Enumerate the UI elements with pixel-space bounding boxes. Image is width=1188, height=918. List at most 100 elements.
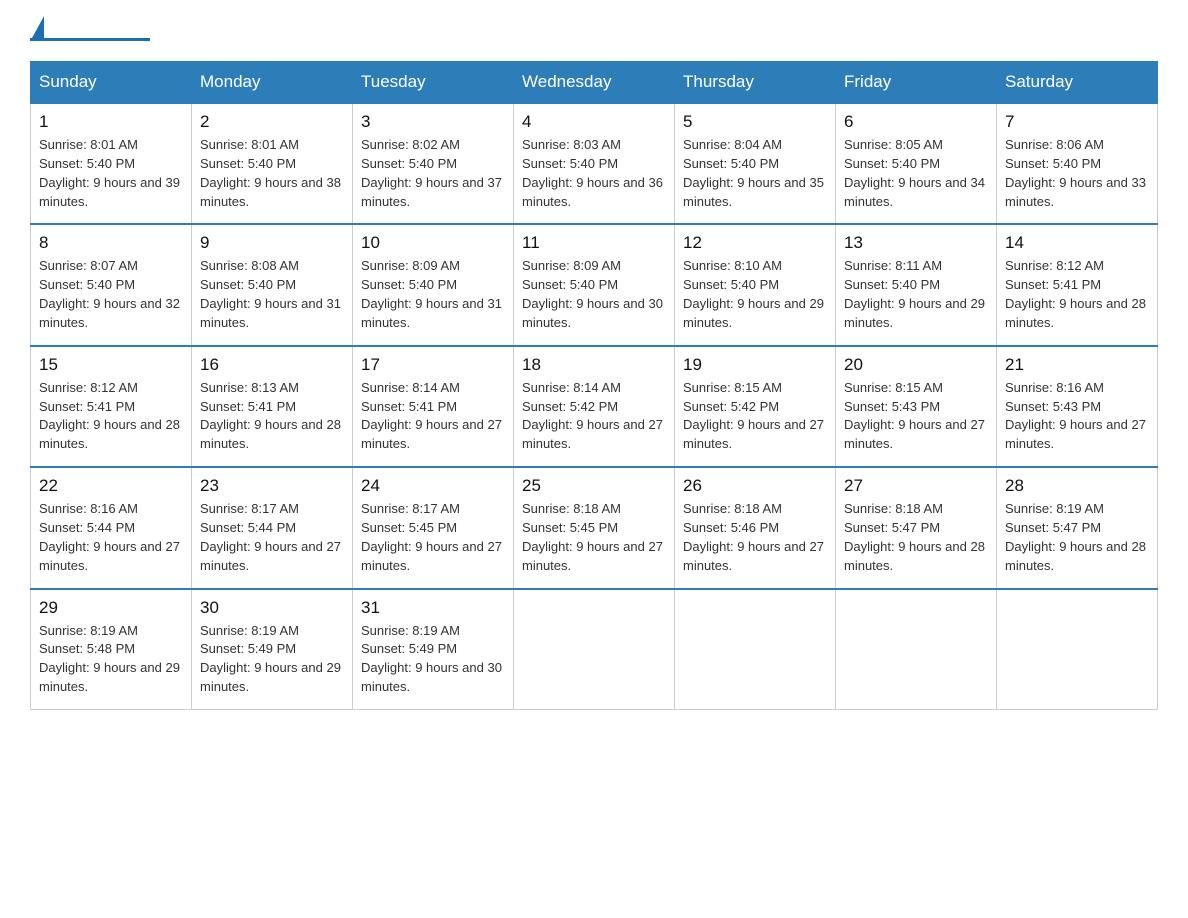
day-info: Sunrise: 8:15 AM Sunset: 5:42 PM Dayligh… — [683, 379, 827, 454]
day-number: 10 — [361, 233, 505, 253]
calendar-cell: 31 Sunrise: 8:19 AM Sunset: 5:49 PM Dayl… — [353, 589, 514, 710]
day-info: Sunrise: 8:05 AM Sunset: 5:40 PM Dayligh… — [844, 136, 988, 211]
logo — [30, 20, 44, 38]
day-number: 2 — [200, 112, 344, 132]
day-number: 18 — [522, 355, 666, 375]
day-info: Sunrise: 8:09 AM Sunset: 5:40 PM Dayligh… — [361, 257, 505, 332]
day-number: 25 — [522, 476, 666, 496]
calendar-cell: 21 Sunrise: 8:16 AM Sunset: 5:43 PM Dayl… — [997, 346, 1158, 467]
calendar-cell: 15 Sunrise: 8:12 AM Sunset: 5:41 PM Dayl… — [31, 346, 192, 467]
col-header-thursday: Thursday — [675, 62, 836, 104]
calendar-cell: 12 Sunrise: 8:10 AM Sunset: 5:40 PM Dayl… — [675, 224, 836, 345]
calendar-cell: 18 Sunrise: 8:14 AM Sunset: 5:42 PM Dayl… — [514, 346, 675, 467]
day-number: 14 — [1005, 233, 1149, 253]
day-number: 19 — [683, 355, 827, 375]
calendar-header-row: SundayMondayTuesdayWednesdayThursdayFrid… — [31, 62, 1158, 104]
day-info: Sunrise: 8:12 AM Sunset: 5:41 PM Dayligh… — [39, 379, 183, 454]
day-info: Sunrise: 8:16 AM Sunset: 5:44 PM Dayligh… — [39, 500, 183, 575]
day-info: Sunrise: 8:14 AM Sunset: 5:41 PM Dayligh… — [361, 379, 505, 454]
calendar-cell: 20 Sunrise: 8:15 AM Sunset: 5:43 PM Dayl… — [836, 346, 997, 467]
day-number: 11 — [522, 233, 666, 253]
day-number: 9 — [200, 233, 344, 253]
calendar-cell — [675, 589, 836, 710]
calendar-cell: 4 Sunrise: 8:03 AM Sunset: 5:40 PM Dayli… — [514, 103, 675, 224]
calendar-cell: 1 Sunrise: 8:01 AM Sunset: 5:40 PM Dayli… — [31, 103, 192, 224]
calendar-cell: 6 Sunrise: 8:05 AM Sunset: 5:40 PM Dayli… — [836, 103, 997, 224]
day-number: 13 — [844, 233, 988, 253]
day-number: 17 — [361, 355, 505, 375]
day-number: 3 — [361, 112, 505, 132]
logo-underline — [30, 38, 150, 41]
calendar-week-row: 8 Sunrise: 8:07 AM Sunset: 5:40 PM Dayli… — [31, 224, 1158, 345]
day-info: Sunrise: 8:09 AM Sunset: 5:40 PM Dayligh… — [522, 257, 666, 332]
calendar-cell: 14 Sunrise: 8:12 AM Sunset: 5:41 PM Dayl… — [997, 224, 1158, 345]
day-info: Sunrise: 8:19 AM Sunset: 5:47 PM Dayligh… — [1005, 500, 1149, 575]
day-number: 1 — [39, 112, 183, 132]
calendar-cell: 23 Sunrise: 8:17 AM Sunset: 5:44 PM Dayl… — [192, 467, 353, 588]
day-number: 27 — [844, 476, 988, 496]
day-info: Sunrise: 8:18 AM Sunset: 5:46 PM Dayligh… — [683, 500, 827, 575]
calendar-cell: 16 Sunrise: 8:13 AM Sunset: 5:41 PM Dayl… — [192, 346, 353, 467]
day-info: Sunrise: 8:04 AM Sunset: 5:40 PM Dayligh… — [683, 136, 827, 211]
day-number: 29 — [39, 598, 183, 618]
calendar-week-row: 1 Sunrise: 8:01 AM Sunset: 5:40 PM Dayli… — [31, 103, 1158, 224]
col-header-wednesday: Wednesday — [514, 62, 675, 104]
calendar-cell: 13 Sunrise: 8:11 AM Sunset: 5:40 PM Dayl… — [836, 224, 997, 345]
day-info: Sunrise: 8:02 AM Sunset: 5:40 PM Dayligh… — [361, 136, 505, 211]
day-info: Sunrise: 8:01 AM Sunset: 5:40 PM Dayligh… — [39, 136, 183, 211]
day-number: 6 — [844, 112, 988, 132]
day-number: 24 — [361, 476, 505, 496]
calendar-week-row: 15 Sunrise: 8:12 AM Sunset: 5:41 PM Dayl… — [31, 346, 1158, 467]
calendar-cell: 5 Sunrise: 8:04 AM Sunset: 5:40 PM Dayli… — [675, 103, 836, 224]
day-info: Sunrise: 8:18 AM Sunset: 5:45 PM Dayligh… — [522, 500, 666, 575]
day-info: Sunrise: 8:14 AM Sunset: 5:42 PM Dayligh… — [522, 379, 666, 454]
calendar-cell: 28 Sunrise: 8:19 AM Sunset: 5:47 PM Dayl… — [997, 467, 1158, 588]
calendar-cell — [514, 589, 675, 710]
day-number: 31 — [361, 598, 505, 618]
day-number: 12 — [683, 233, 827, 253]
calendar-cell: 8 Sunrise: 8:07 AM Sunset: 5:40 PM Dayli… — [31, 224, 192, 345]
day-info: Sunrise: 8:19 AM Sunset: 5:49 PM Dayligh… — [361, 622, 505, 697]
day-info: Sunrise: 8:19 AM Sunset: 5:48 PM Dayligh… — [39, 622, 183, 697]
day-info: Sunrise: 8:19 AM Sunset: 5:49 PM Dayligh… — [200, 622, 344, 697]
calendar-table: SundayMondayTuesdayWednesdayThursdayFrid… — [30, 61, 1158, 710]
calendar-cell: 2 Sunrise: 8:01 AM Sunset: 5:40 PM Dayli… — [192, 103, 353, 224]
page-header — [30, 20, 1158, 41]
calendar-cell: 7 Sunrise: 8:06 AM Sunset: 5:40 PM Dayli… — [997, 103, 1158, 224]
day-info: Sunrise: 8:11 AM Sunset: 5:40 PM Dayligh… — [844, 257, 988, 332]
day-number: 23 — [200, 476, 344, 496]
logo-triangle-icon — [32, 16, 44, 38]
day-number: 22 — [39, 476, 183, 496]
calendar-cell — [997, 589, 1158, 710]
day-info: Sunrise: 8:17 AM Sunset: 5:45 PM Dayligh… — [361, 500, 505, 575]
calendar-cell: 11 Sunrise: 8:09 AM Sunset: 5:40 PM Dayl… — [514, 224, 675, 345]
day-info: Sunrise: 8:01 AM Sunset: 5:40 PM Dayligh… — [200, 136, 344, 211]
calendar-cell: 26 Sunrise: 8:18 AM Sunset: 5:46 PM Dayl… — [675, 467, 836, 588]
logo-area — [30, 20, 150, 41]
day-number: 21 — [1005, 355, 1149, 375]
day-number: 5 — [683, 112, 827, 132]
calendar-cell: 30 Sunrise: 8:19 AM Sunset: 5:49 PM Dayl… — [192, 589, 353, 710]
day-info: Sunrise: 8:17 AM Sunset: 5:44 PM Dayligh… — [200, 500, 344, 575]
day-info: Sunrise: 8:18 AM Sunset: 5:47 PM Dayligh… — [844, 500, 988, 575]
col-header-monday: Monday — [192, 62, 353, 104]
col-header-friday: Friday — [836, 62, 997, 104]
calendar-cell: 9 Sunrise: 8:08 AM Sunset: 5:40 PM Dayli… — [192, 224, 353, 345]
day-number: 7 — [1005, 112, 1149, 132]
day-number: 15 — [39, 355, 183, 375]
calendar-cell: 25 Sunrise: 8:18 AM Sunset: 5:45 PM Dayl… — [514, 467, 675, 588]
day-info: Sunrise: 8:03 AM Sunset: 5:40 PM Dayligh… — [522, 136, 666, 211]
calendar-week-row: 22 Sunrise: 8:16 AM Sunset: 5:44 PM Dayl… — [31, 467, 1158, 588]
day-number: 4 — [522, 112, 666, 132]
day-number: 30 — [200, 598, 344, 618]
day-info: Sunrise: 8:10 AM Sunset: 5:40 PM Dayligh… — [683, 257, 827, 332]
col-header-tuesday: Tuesday — [353, 62, 514, 104]
calendar-cell: 27 Sunrise: 8:18 AM Sunset: 5:47 PM Dayl… — [836, 467, 997, 588]
calendar-cell: 17 Sunrise: 8:14 AM Sunset: 5:41 PM Dayl… — [353, 346, 514, 467]
day-number: 26 — [683, 476, 827, 496]
day-number: 8 — [39, 233, 183, 253]
calendar-cell: 19 Sunrise: 8:15 AM Sunset: 5:42 PM Dayl… — [675, 346, 836, 467]
calendar-cell: 10 Sunrise: 8:09 AM Sunset: 5:40 PM Dayl… — [353, 224, 514, 345]
calendar-week-row: 29 Sunrise: 8:19 AM Sunset: 5:48 PM Dayl… — [31, 589, 1158, 710]
day-info: Sunrise: 8:13 AM Sunset: 5:41 PM Dayligh… — [200, 379, 344, 454]
